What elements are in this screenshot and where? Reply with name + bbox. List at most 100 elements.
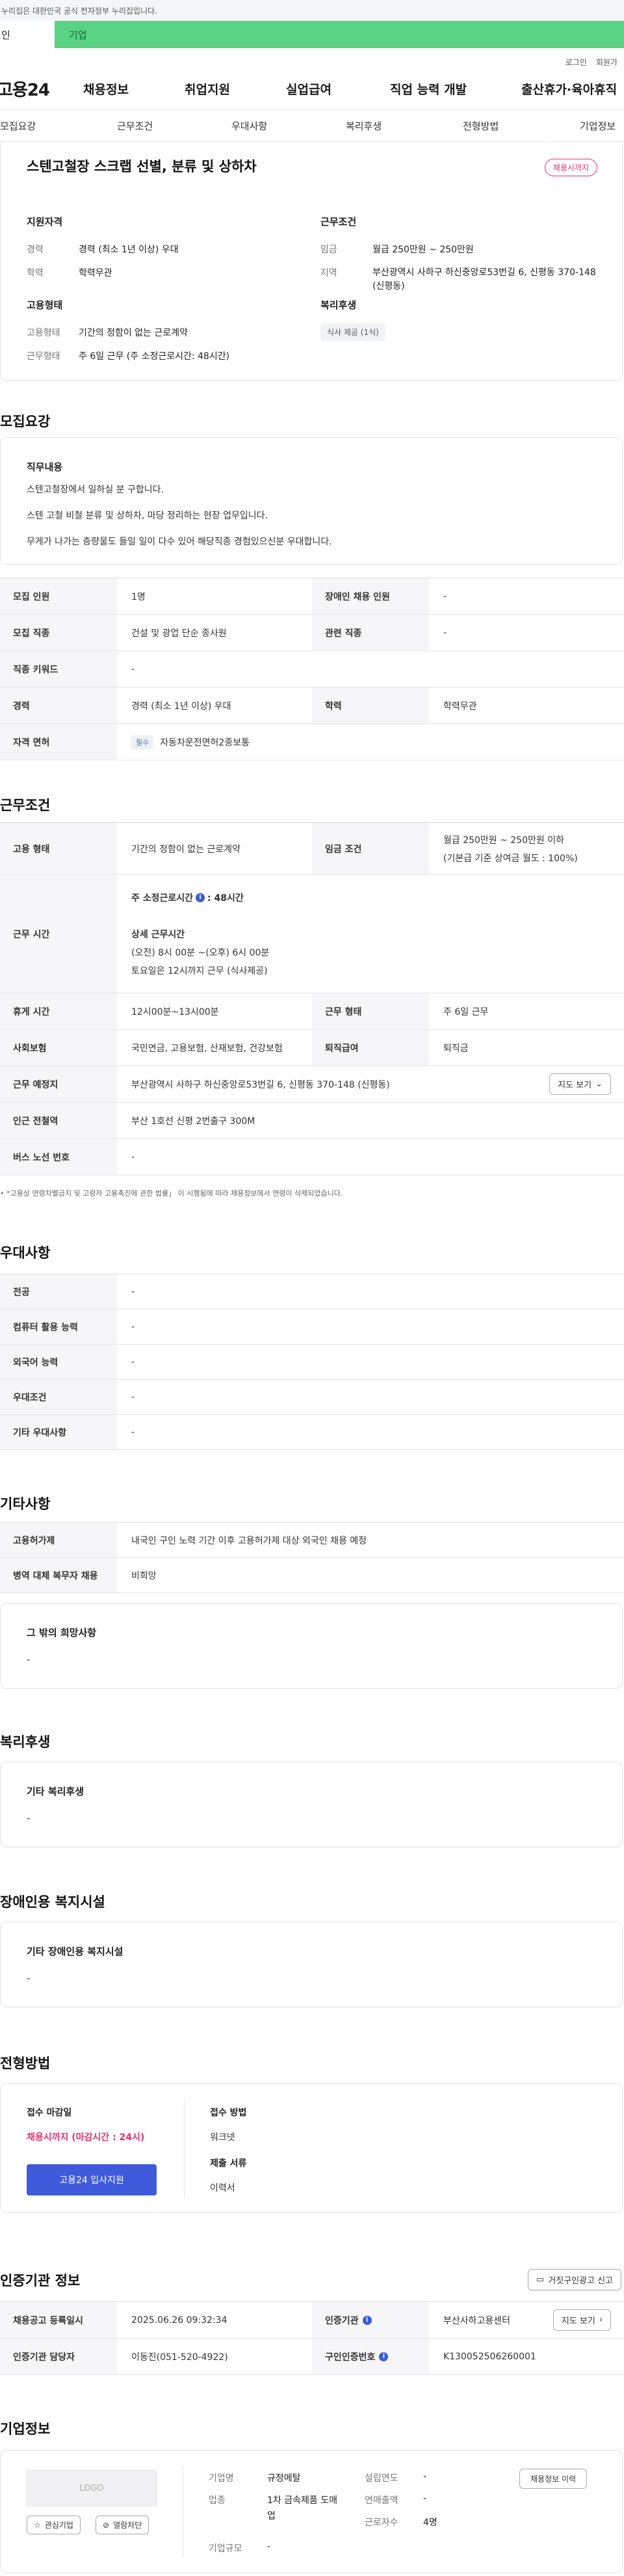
menu-leave[interactable]: 출산휴가·육아휴직 bbox=[521, 80, 617, 98]
table-header: 근무 예정지 bbox=[0, 1066, 117, 1102]
cond-value: 월급 250만원 ~ 250만원 bbox=[372, 245, 474, 255]
table-header: 고용 형태 bbox=[0, 823, 117, 874]
company-label: 연매출액 bbox=[365, 2495, 398, 2506]
apply-button[interactable]: 고용24 입사지원 bbox=[27, 2164, 157, 2195]
subnav-work[interactable]: 근무조건 bbox=[117, 119, 153, 133]
hours-detail-label: 상세 근무시간 bbox=[131, 929, 185, 940]
duty-card: 직무내용 스텐고철장에서 일하실 분 구합니다. 스텐 고철 비철 분류 및 상… bbox=[0, 437, 623, 565]
age-notice-text: *고용상 연령차별금지 및 고령자 고용촉진에 관한 법률」 이 시행됨에 따라… bbox=[6, 1189, 343, 1198]
table-header: 근무 형태 bbox=[312, 993, 429, 1029]
benefit-card: 기타 복리후생 - bbox=[0, 1762, 623, 1847]
duty-line: 무게가 나가는 층량물도 들일 일이 다수 있어 해당직종 경험있으신분 우대합… bbox=[27, 537, 332, 547]
subnav-pref[interactable]: 우대사항 bbox=[231, 119, 267, 133]
table-row: 사회보험 국민연금, 고용보험, 산재보험, 건강보험 퇴직급여 퇴직금 bbox=[0, 1030, 624, 1066]
qual-label: 경력 bbox=[27, 245, 44, 255]
deadline-heading: 접수 마감일 bbox=[27, 2108, 72, 2118]
gov-banner: 누리집은 대한민국 공식 전자정부 누리집입니다. bbox=[0, 0, 624, 21]
inst-value: 부산사하고용센터 bbox=[443, 2315, 511, 2326]
tab-company[interactable]: 기업 bbox=[55, 21, 87, 48]
report-button[interactable]: ▭ 거짓구인광고 신고 bbox=[527, 2269, 621, 2290]
main-nav: 고용24 채용정보 취업지원 실업급여 직업 능력 개발 출산휴가·육아휴직 bbox=[0, 68, 624, 109]
interest-button[interactable]: ☆ 관심기업 bbox=[27, 2516, 81, 2534]
duty-line: 스텐 고철 비철 분류 및 상하차, 마당 정리하는 현장 업무입니다. bbox=[27, 511, 268, 521]
history-button[interactable]: 채용정보 이력 bbox=[519, 2469, 588, 2489]
table-header: 퇴직급여 bbox=[312, 1030, 429, 1066]
welfare-heading: 복리후생 bbox=[320, 299, 357, 311]
table-header: 경력 bbox=[0, 688, 117, 723]
table-row: 경력 경력 (최소 1년 이상) 우대 학력 학력무관 bbox=[0, 688, 624, 724]
login-link[interactable]: 로그인 bbox=[566, 57, 587, 68]
tab-personal[interactable]: 인 bbox=[0, 21, 55, 48]
table-cell: 기간의 정함이 없는 근로계약 bbox=[131, 844, 240, 855]
subnav-company[interactable]: 기업정보 bbox=[580, 119, 616, 133]
hours-value: : 48시간 bbox=[207, 892, 244, 904]
site-logo[interactable]: 고용24 bbox=[0, 77, 50, 101]
menu-training[interactable]: 직업 능력 개발 bbox=[390, 80, 467, 98]
table-header: 버스 노선 번호 bbox=[0, 1139, 117, 1175]
disabled-title: 장애인용 복지시설 bbox=[0, 1894, 105, 1910]
subnav-benefit[interactable]: 복리후생 bbox=[346, 119, 382, 133]
table-row: 모집 인원 1명 장애인 채용 인원 - bbox=[0, 578, 624, 615]
hours-label: 주 소정근로시간 bbox=[131, 892, 194, 904]
table-cell: 부산 1호선 신평 2번출구 300M bbox=[131, 1116, 255, 1127]
table-row: 모집 직종 건설 및 광업 단순 종사원 관련 직종 - bbox=[0, 615, 624, 651]
hours-detail: 토요일은 12시까지 근무 (식사제공) bbox=[131, 965, 268, 976]
table-header: 인근 전철역 bbox=[0, 1103, 117, 1138]
benefit-value: - bbox=[27, 1812, 31, 1824]
star-icon: ☆ bbox=[34, 2520, 41, 2530]
company-card: LOGO ☆ 관심기업 ⊘ 열람차단 기업명 규정메탈 업종 1차 금속제품 도매업 기… bbox=[0, 2450, 623, 2573]
info-icon[interactable]: i bbox=[362, 2315, 372, 2325]
table-header: 기타 우대사항 bbox=[0, 1415, 117, 1449]
job-summary-card: 스텐고철장 스크랩 선별, 분류 및 상하차 채용시까지 지원자격 경력 경력 (… bbox=[0, 142, 623, 381]
gov-banner-text: 누리집은 대한민국 공식 전자정부 누리집입니다. bbox=[1, 6, 157, 16]
menu-unemployment[interactable]: 실업급여 bbox=[286, 80, 332, 98]
subnav-recruit[interactable]: 모집요강 bbox=[0, 119, 36, 133]
table-header: 인증기관 bbox=[325, 2315, 359, 2326]
subnav-selection[interactable]: 전형방법 bbox=[463, 119, 499, 133]
table-cell: - bbox=[131, 664, 135, 675]
table-cell: 퇴직금 bbox=[443, 1043, 469, 1054]
table-header: 구인인증번호 bbox=[325, 2352, 376, 2363]
company-value: - bbox=[423, 2471, 427, 2482]
duty-heading: 직무내용 bbox=[27, 461, 63, 473]
info-icon[interactable]: i bbox=[196, 892, 205, 902]
info-icon[interactable]: i bbox=[379, 2352, 389, 2361]
inst-map-button[interactable]: 지도 보기 › bbox=[552, 2309, 611, 2331]
other-value: - bbox=[27, 1654, 31, 1665]
agency-table: 채용공고 등록일시 2025.06.26 09:32:34 인증기관 i 부산사하… bbox=[0, 2301, 624, 2375]
map-button-label: 지도 보기 bbox=[558, 1080, 592, 1090]
table-cell: - bbox=[131, 1356, 135, 1367]
menu-jobs[interactable]: 채용정보 bbox=[83, 80, 129, 98]
table-cell: - bbox=[131, 1427, 135, 1438]
emp-value: 주 6일 근무 (주 소정근로시간: 48시간) bbox=[79, 351, 230, 362]
hours-detail: (오전) 8시 00분 ~(오후) 6시 00분 bbox=[131, 947, 270, 958]
chevron-down-icon: ⌄ bbox=[595, 1079, 603, 1089]
table-cell: K130052506260001 bbox=[443, 2351, 536, 2362]
signup-link[interactable]: 회원가 bbox=[596, 57, 618, 68]
menu-employment[interactable]: 취업지원 bbox=[185, 80, 230, 98]
table-header: 사회보험 bbox=[0, 1030, 117, 1066]
pref-title: 우대사항 bbox=[0, 1245, 51, 1261]
company-label: 기업규모 bbox=[209, 2543, 242, 2554]
table-cell: 내국인 구인 노력 기간 이후 고용허가제 대상 외국인 채용 예정 bbox=[131, 1535, 367, 1546]
top-links: 로그인 회원가 bbox=[0, 48, 624, 68]
method-heading: 접수 방법 bbox=[210, 2108, 247, 2118]
table-cell: 1명 bbox=[131, 591, 146, 602]
emp-label: 고용형태 bbox=[27, 328, 60, 338]
document-icon: ▭ bbox=[536, 2275, 545, 2285]
place-value: 부산광역시 사하구 하신중앙로53번길 6, 신평동 370-148 (신평동) bbox=[131, 1079, 390, 1090]
table-cell: 이동진(051-520-4922) bbox=[131, 2352, 228, 2363]
work-table: 고용 형태 기간의 정함이 없는 근로계약 임금 조건 월급 250만원 ~ 2… bbox=[0, 822, 624, 1175]
block-button[interactable]: ⊘ 열람차단 bbox=[96, 2516, 150, 2534]
table-header: 학력 bbox=[312, 688, 429, 723]
qual-block: 지원자격 경력 경력 (최소 1년 이상) 우대 학력 학력무관 bbox=[27, 215, 300, 279]
table-cell: 12시00분~13시00분 bbox=[131, 1006, 219, 1017]
member-tabs: 인 기업 bbox=[0, 21, 624, 48]
table-header: 근무 시간 bbox=[0, 875, 117, 993]
block-label: 열람차단 bbox=[113, 2521, 142, 2530]
map-button[interactable]: 지도 보기 ⌄ bbox=[549, 1073, 611, 1095]
table-cell: - bbox=[131, 1286, 135, 1297]
recruit-table: 모집 인원 1명 장애인 채용 인원 - 모집 직종 건설 및 광업 단순 종사… bbox=[0, 578, 624, 760]
company-value: 1차 금속제품 도매업 bbox=[267, 2495, 337, 2521]
table-header: 우대조건 bbox=[0, 1380, 117, 1414]
